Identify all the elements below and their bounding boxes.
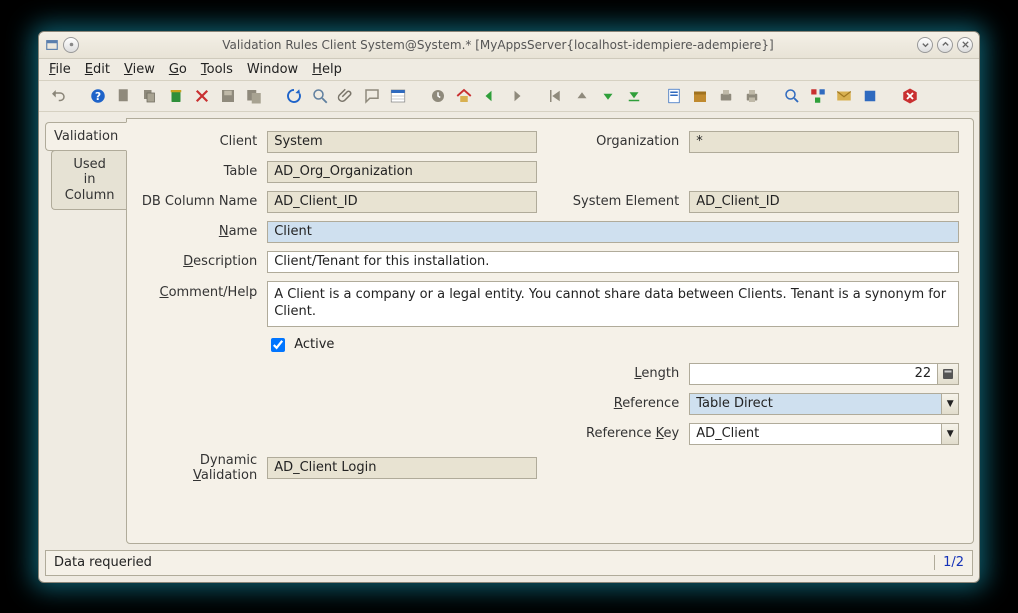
organization-field[interactable]: * bbox=[689, 131, 959, 153]
refkey-dropdown-button[interactable]: ▼ bbox=[941, 423, 959, 445]
reference-label: Reference bbox=[543, 396, 683, 411]
next-icon[interactable] bbox=[597, 85, 619, 107]
menu-window[interactable]: Window bbox=[247, 62, 298, 77]
reference-field[interactable]: Table Direct bbox=[689, 393, 941, 415]
home-icon[interactable] bbox=[453, 85, 475, 107]
last-icon[interactable] bbox=[623, 85, 645, 107]
undo-icon[interactable] bbox=[47, 85, 69, 107]
tab-used-in-column[interactable]: Used in Column bbox=[51, 150, 127, 211]
request-icon[interactable] bbox=[833, 85, 855, 107]
product-info-icon[interactable] bbox=[859, 85, 881, 107]
tab-used-in-column-l1: Used bbox=[73, 157, 106, 172]
client-label: Client bbox=[141, 134, 261, 149]
toolbar: ? bbox=[39, 81, 979, 112]
tab-validation[interactable]: Validation bbox=[45, 122, 127, 151]
client-field[interactable]: System bbox=[267, 131, 537, 153]
print-preview-icon[interactable] bbox=[715, 85, 737, 107]
status-message: Data requeried bbox=[54, 555, 152, 570]
dbcol-label: DB Column Name bbox=[141, 194, 261, 209]
history-icon[interactable] bbox=[427, 85, 449, 107]
menu-help[interactable]: Help bbox=[312, 62, 342, 77]
attachment-icon[interactable] bbox=[335, 85, 357, 107]
active-checkbox[interactable] bbox=[271, 338, 285, 352]
toggle-grid-icon[interactable] bbox=[387, 85, 409, 107]
close-button[interactable] bbox=[957, 37, 973, 53]
find-icon[interactable] bbox=[309, 85, 331, 107]
length-calc-button[interactable] bbox=[937, 363, 959, 385]
description-label: Description bbox=[141, 254, 261, 269]
status-bar: Data requeried 1/2 bbox=[45, 550, 973, 576]
zoom-across-icon[interactable] bbox=[781, 85, 803, 107]
dynval-label: Dynamic Validation bbox=[141, 453, 261, 483]
copy-icon[interactable] bbox=[139, 85, 161, 107]
syselem-label: System Element bbox=[543, 194, 683, 209]
report-icon[interactable] bbox=[663, 85, 685, 107]
svg-text:?: ? bbox=[95, 90, 101, 102]
new-icon[interactable] bbox=[113, 85, 135, 107]
chat-icon[interactable] bbox=[361, 85, 383, 107]
menu-tools[interactable]: Tools bbox=[201, 62, 233, 77]
menu-view[interactable]: View bbox=[124, 62, 155, 77]
comment-label: Comment/Help bbox=[141, 281, 261, 300]
refkey-field[interactable]: AD_Client bbox=[689, 423, 941, 445]
previous-icon[interactable] bbox=[571, 85, 593, 107]
dbcol-field[interactable]: AD_Client_ID bbox=[267, 191, 537, 213]
maximize-button[interactable] bbox=[937, 37, 953, 53]
refresh-icon[interactable] bbox=[283, 85, 305, 107]
length-field[interactable]: 22 bbox=[689, 363, 937, 385]
length-label: Length bbox=[543, 366, 683, 381]
save-icon[interactable] bbox=[217, 85, 239, 107]
title-bar: Validation Rules Client System@System.* … bbox=[39, 32, 979, 59]
app-icon bbox=[45, 38, 59, 52]
refkey-label: Reference Key bbox=[543, 426, 683, 441]
name-label: Name bbox=[141, 224, 261, 239]
help-icon[interactable]: ? bbox=[87, 85, 109, 107]
back-icon[interactable] bbox=[479, 85, 501, 107]
delete-selection-icon[interactable] bbox=[191, 85, 213, 107]
menu-file[interactable]: File bbox=[49, 62, 71, 77]
reference-dropdown-button[interactable]: ▼ bbox=[941, 393, 959, 415]
syselem-field[interactable]: AD_Client_ID bbox=[689, 191, 959, 213]
menu-go[interactable]: Go bbox=[169, 62, 187, 77]
window-pin-button[interactable] bbox=[63, 37, 79, 53]
comment-field[interactable]: A Client is a company or a legal entity.… bbox=[267, 281, 959, 327]
tab-used-in-column-l2: in Column bbox=[65, 172, 115, 203]
workflow-icon[interactable] bbox=[807, 85, 829, 107]
save-create-icon[interactable] bbox=[243, 85, 265, 107]
print-icon[interactable] bbox=[741, 85, 763, 107]
archive-icon[interactable] bbox=[689, 85, 711, 107]
name-field[interactable]: Client bbox=[267, 221, 959, 243]
menu-bar: File Edit View Go Tools Window Help bbox=[39, 59, 979, 81]
menu-edit[interactable]: Edit bbox=[85, 62, 110, 77]
exit-icon[interactable] bbox=[899, 85, 921, 107]
window-title: Validation Rules Client System@System.* … bbox=[79, 38, 917, 52]
first-icon[interactable] bbox=[545, 85, 567, 107]
table-label: Table bbox=[141, 164, 261, 179]
description-field[interactable]: Client/Tenant for this installation. bbox=[267, 251, 959, 273]
table-field[interactable]: AD_Org_Organization bbox=[267, 161, 537, 183]
organization-label: Organization bbox=[543, 134, 683, 149]
app-window: Validation Rules Client System@System.* … bbox=[38, 31, 980, 583]
minimize-button[interactable] bbox=[917, 37, 933, 53]
forward-icon[interactable] bbox=[505, 85, 527, 107]
form-panel: Client System Organization * Table AD_Or… bbox=[126, 118, 974, 544]
record-position: 1/2 bbox=[934, 555, 964, 570]
tab-strip: Validation Used in Column bbox=[45, 118, 127, 544]
delete-icon[interactable] bbox=[165, 85, 187, 107]
dynval-field[interactable]: AD_Client Login bbox=[267, 457, 537, 479]
active-label: Active bbox=[294, 337, 334, 352]
